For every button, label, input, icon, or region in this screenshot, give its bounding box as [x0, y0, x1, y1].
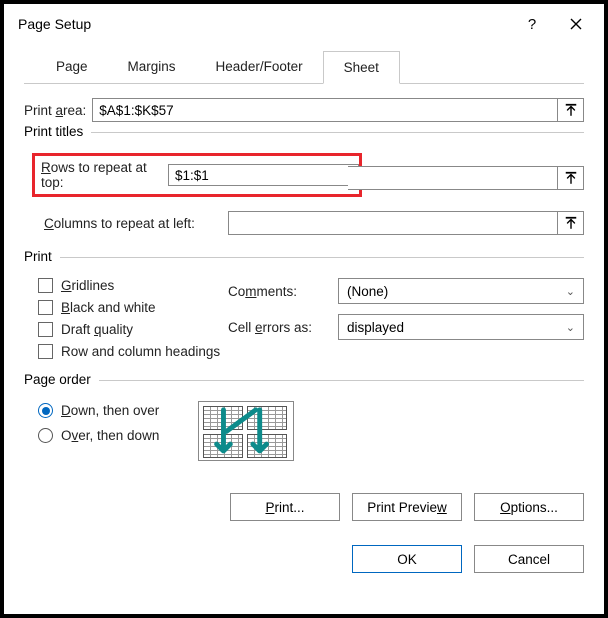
rowcol-checkbox[interactable]	[38, 344, 53, 359]
cols-repeat-collapse-button[interactable]	[558, 211, 584, 235]
rowcol-label: Row and column headings	[61, 344, 220, 359]
ok-button[interactable]: OK	[352, 545, 462, 573]
draft-checkbox[interactable]	[38, 322, 53, 337]
down-then-over-radio[interactable]	[38, 403, 53, 418]
print-area-collapse-button[interactable]	[558, 98, 584, 122]
print-group: Print Gridlines Black and white Draft qu…	[24, 257, 584, 370]
rows-repeat-input[interactable]	[168, 164, 359, 186]
over-then-down-radio[interactable]	[38, 428, 53, 443]
errors-value: displayed	[347, 320, 404, 335]
tab-sheet[interactable]: Sheet	[323, 51, 400, 84]
cols-repeat-input[interactable]	[228, 211, 558, 235]
rows-repeat-collapse-button[interactable]	[558, 166, 584, 190]
chevron-down-icon: ⌄	[566, 285, 575, 298]
cancel-button[interactable]: Cancel	[474, 545, 584, 573]
cols-repeat-label: Columns to repeat at left:	[38, 216, 222, 231]
gridlines-checkbox[interactable]	[38, 278, 53, 293]
rows-repeat-input-ext[interactable]	[348, 166, 558, 190]
gridlines-label: Gridlines	[61, 278, 114, 293]
tab-page[interactable]: Page	[36, 51, 108, 84]
bw-checkbox[interactable]	[38, 300, 53, 315]
over-then-down-label: Over, then down	[61, 428, 159, 443]
print-button[interactable]: Print...	[230, 493, 340, 521]
dialog-title: Page Setup	[18, 16, 91, 32]
comments-value: (None)	[347, 284, 388, 299]
comments-label: Comments:	[228, 284, 338, 299]
comments-select[interactable]: (None) ⌄	[338, 278, 584, 304]
tabstrip: Page Margins Header/Footer Sheet	[24, 50, 584, 84]
print-preview-button[interactable]: Print Preview	[352, 493, 462, 521]
tab-header-footer[interactable]: Header/Footer	[196, 51, 323, 84]
titlebar: Page Setup ?	[4, 4, 604, 44]
close-button[interactable]	[554, 7, 598, 41]
chevron-down-icon: ⌄	[566, 321, 575, 334]
options-button[interactable]: Options...	[474, 493, 584, 521]
print-area-label: Print area:	[24, 103, 86, 118]
print-area-input[interactable]	[92, 98, 558, 122]
help-button[interactable]: ?	[510, 7, 554, 41]
draft-label: Draft quality	[61, 322, 133, 337]
bw-label: Black and white	[61, 300, 156, 315]
page-order-preview	[198, 401, 294, 461]
print-legend: Print	[24, 249, 60, 264]
tab-margins[interactable]: Margins	[108, 51, 196, 84]
print-titles-group: Print titles Rows to repeat at top:	[24, 132, 584, 247]
page-order-group: Page order Down, then over Over, then do…	[24, 380, 584, 465]
highlight-box: Rows to repeat at top:	[32, 153, 362, 197]
print-area-row: Print area:	[24, 98, 584, 122]
errors-label: Cell errors as:	[228, 320, 338, 335]
page-order-legend: Page order	[24, 372, 99, 387]
down-then-over-label: Down, then over	[61, 403, 159, 418]
rows-repeat-label: Rows to repeat at top:	[41, 160, 168, 190]
print-titles-legend: Print titles	[24, 124, 91, 139]
page-setup-dialog: Page Setup ? Page Margins Header/Footer …	[0, 0, 608, 618]
errors-select[interactable]: displayed ⌄	[338, 314, 584, 340]
